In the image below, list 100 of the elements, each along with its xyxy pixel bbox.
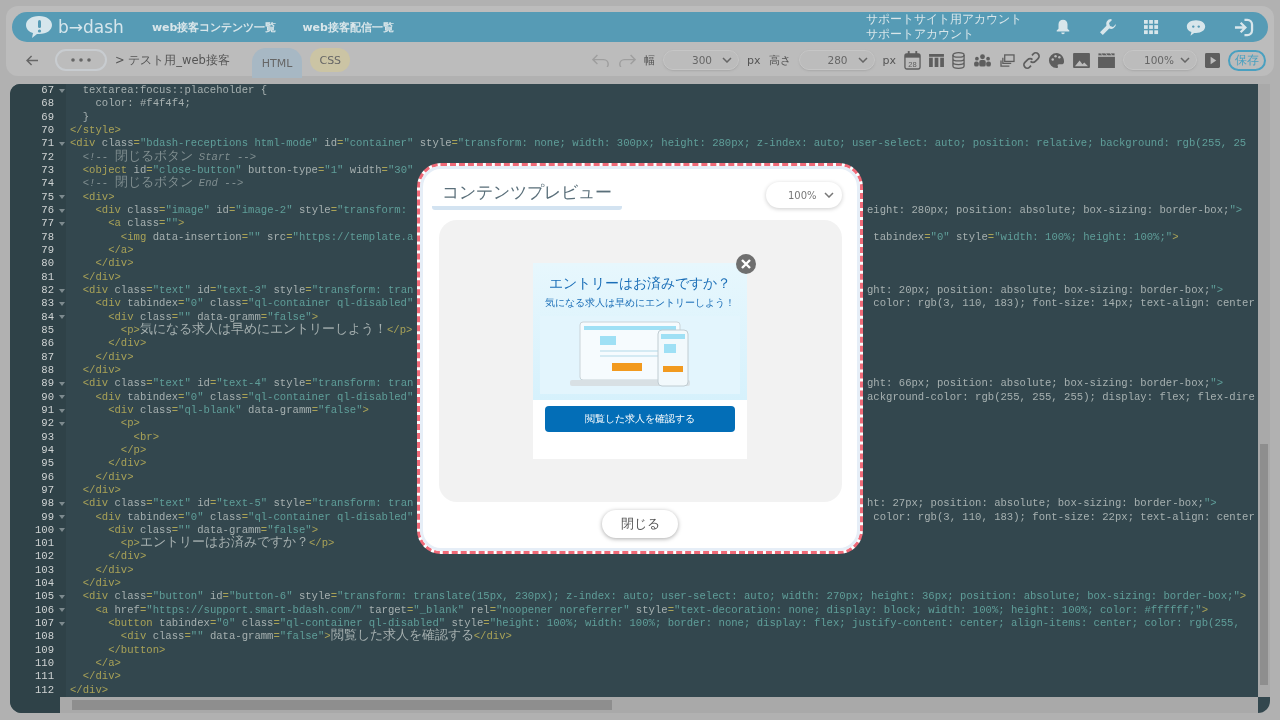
zoom-select[interactable]: 100% [1123, 50, 1197, 70]
link-icon[interactable] [1023, 51, 1040, 69]
line-number: 80 [40, 257, 54, 271]
people-icon[interactable] [973, 53, 992, 67]
code-line: color: rgb(3, 110, 183); font-size: 14px; text-align: center [872, 297, 1255, 311]
fold-arrow-icon[interactable] [59, 195, 65, 200]
close-button[interactable]: 閉じる [602, 510, 678, 538]
code-line: ght: 66px; position: absolute; box-sizing: border-box;"> [867, 377, 1223, 391]
line-number: 92 [40, 417, 54, 431]
code-line: </div> [81, 670, 121, 684]
fold-arrow-icon[interactable] [59, 141, 65, 146]
chevron-down-icon [1180, 57, 1190, 63]
line-number: 83 [40, 297, 54, 311]
fold-arrow-icon[interactable] [59, 528, 65, 533]
fold-arrow-icon[interactable] [59, 595, 65, 600]
logo[interactable]: b→dash [24, 14, 124, 40]
fold-arrow-icon[interactable] [59, 288, 65, 293]
line-number: 90 [40, 390, 54, 404]
line-number: 111 [33, 670, 54, 684]
line-number: 104 [33, 577, 54, 591]
line-number: 75 [40, 190, 54, 204]
line-number: 77 [40, 217, 54, 231]
image-icon[interactable] [1073, 52, 1090, 68]
code-line: </div> [81, 483, 121, 498]
fold-arrow-icon[interactable] [59, 88, 65, 93]
code-line: <div class="ql-blank" data-gramm="false"> [107, 403, 369, 418]
table-icon[interactable] [929, 53, 944, 67]
fold-arrow-icon[interactable] [59, 608, 65, 613]
code-line: <br> [132, 430, 159, 444]
line-number: 95 [40, 457, 54, 471]
code-line: <div tabindex="0" class="ql-container ql-disabled" [94, 510, 415, 524]
code-line: <p>エントリーはお済みですか？</p> [119, 537, 335, 551]
line-number: 87 [40, 350, 54, 364]
code-line: <!-- 閉じるボタン End --> [81, 177, 244, 191]
fold-arrow-icon[interactable] [59, 208, 65, 213]
back-arrow-icon[interactable] [26, 54, 39, 66]
fold-arrow-icon[interactable] [59, 315, 65, 320]
line-number: 85 [40, 323, 54, 338]
fold-arrow-icon[interactable] [59, 421, 65, 426]
line-number: 72 [40, 150, 54, 164]
zoom-select[interactable]: 100% [766, 182, 842, 208]
fold-arrow-icon[interactable] [59, 381, 65, 386]
line-number: 112 [33, 683, 54, 698]
calendar-icon[interactable]: 28 [904, 50, 921, 70]
palette-icon[interactable] [1048, 51, 1065, 69]
fold-arrow-icon[interactable] [59, 515, 65, 520]
wrench-icon[interactable] [1098, 17, 1118, 37]
save-button[interactable]: 保存 [1228, 49, 1266, 71]
bell-icon[interactable] [1054, 18, 1072, 36]
line-number: 78 [40, 230, 54, 244]
code-line: </div> [94, 563, 134, 578]
line-number: 70 [40, 124, 54, 138]
code-line: </style> [70, 124, 121, 138]
fold-arrow-icon[interactable] [59, 395, 65, 400]
vertical-scrollbar[interactable] [1258, 84, 1270, 697]
play-icon[interactable] [1205, 52, 1220, 68]
line-number: 91 [40, 403, 54, 418]
chat-bubble-icon[interactable] [1185, 17, 1207, 37]
sign-in-icon[interactable] [1233, 17, 1254, 37]
fold-arrow-icon[interactable] [59, 621, 65, 626]
line-number: 67 [40, 84, 54, 98]
code-line: ackground-color: rgb(255, 255, 255); display: flex; flex-dire [867, 390, 1255, 404]
fold-arrow-icon[interactable] [59, 301, 65, 306]
editor-tab[interactable]: HTML [251, 48, 303, 78]
nav-link[interactable]: web接客配信一覧 [302, 19, 394, 35]
code-line: <div class="image" id="image-2" style="transform: [94, 203, 408, 218]
banner-button[interactable]: 閲覧した求人を確認する [545, 406, 735, 432]
line-number: 100 [33, 523, 54, 538]
unit-label: px [882, 53, 896, 67]
line-number: 76 [40, 203, 54, 218]
fold-arrow-icon[interactable] [59, 501, 65, 506]
layers-icon[interactable] [1000, 53, 1015, 67]
code-line: <div class="" data-gramm="false">閲覧した求人を確認する</div> [119, 630, 512, 644]
chevron-down-icon [722, 57, 732, 63]
code-line: <a href="https://support.smart-bdash.com/" target="_blank" rel="noopener noreferrer" style="text-decoration: none; display: block; width: 100%; height: 100%; color: #ffffff;"> [94, 603, 1209, 618]
editor-tab[interactable]: CSS [310, 48, 351, 72]
line-number: 102 [33, 550, 54, 564]
database-icon[interactable] [952, 51, 965, 69]
width-select[interactable]: 300 [663, 50, 739, 70]
grid-icon[interactable] [1144, 19, 1159, 35]
code-line: <p>気になる求人は早めにエントリーしよう！</p> [119, 323, 413, 338]
height-select[interactable]: 280 [798, 50, 875, 70]
code-line: </div> [107, 457, 147, 471]
fold-arrow-icon[interactable] [59, 408, 65, 413]
dialog-title: コンテンツプレビュー [432, 180, 622, 210]
horizontal-scrollbar[interactable] [60, 697, 1258, 713]
code-line: <div class="text" id="text-3" style="transform: tran [81, 283, 415, 298]
code-line: <object id="close-button" button-type="1" width="30" [81, 163, 414, 177]
account-name: サポートアカウント [866, 27, 975, 42]
code-line: <div class="text" id="text-4" style="transform: tran [81, 377, 415, 391]
fold-arrow-icon[interactable] [59, 221, 65, 226]
banner-subtitle: 気になる求人は早めにエントリーしよう！ [545, 296, 735, 310]
nav-link[interactable]: web接客コンテンツ一覧 [151, 19, 277, 35]
close-icon[interactable] [736, 254, 756, 274]
line-number: 96 [40, 470, 54, 484]
more-button[interactable] [55, 49, 107, 71]
line-number: 93 [40, 430, 54, 444]
code-line: eight: 280px; position: absolute; box-sizing: border-box;"> [867, 203, 1243, 218]
line-number: 108 [33, 630, 54, 644]
clapperboard-icon[interactable] [1098, 52, 1115, 68]
